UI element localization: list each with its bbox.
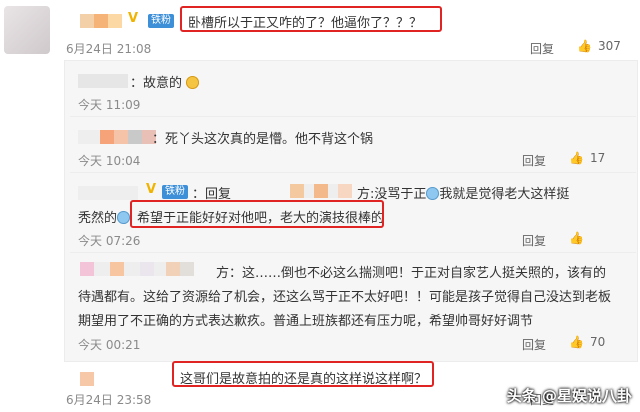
highlight-box (172, 361, 434, 387)
like-count: 70 (589, 335, 606, 349)
reply-timestamp: 今天 10:04 (78, 154, 141, 168)
reply-text: 秃然的 (78, 207, 131, 226)
reply-text: 期望用了不正确的方式表达歉疚。普通上班族都还有压力呢，希望帅哥好好调节 (78, 314, 534, 329)
username-mosaic[interactable] (80, 262, 194, 276)
like-button[interactable]: 👍 307 (577, 39, 621, 53)
emoji-icon (186, 76, 200, 89)
reply-timestamp: 今天 11:09 (78, 98, 141, 112)
username-mosaic[interactable] (80, 372, 94, 386)
reply-button[interactable]: 回复 (522, 232, 546, 249)
emoji-icon (426, 187, 440, 200)
fan-badge: 铁粉 (162, 185, 188, 199)
like-count: 307 (597, 39, 621, 53)
thumbs-up-icon: 👍 (569, 335, 584, 349)
thumbs-up-icon: 👍 (577, 39, 592, 53)
reply-text: 方：这……倒也不必这么揣测吧！于正对自家艺人挺关照的，该有的 (216, 266, 607, 281)
user-avatar[interactable] (4, 6, 50, 54)
username-mosaic[interactable] (78, 186, 138, 200)
reply-button[interactable]: 回复 (530, 40, 554, 57)
reply-text: 方:没骂于正 我就是觉得老大这样挺 (357, 187, 570, 202)
reply-button[interactable]: 回复 (522, 152, 546, 169)
username-mosaic[interactable] (78, 74, 128, 88)
comment-timestamp: 6月24日 23:58 (66, 393, 152, 407)
like-count: 17 (589, 151, 606, 165)
watermark: 头条 @星娱说八卦 (506, 387, 632, 405)
vip-icon: V (128, 11, 139, 26)
like-button[interactable]: 👍 70 (569, 335, 605, 349)
reply-text: 待遇都有。这给了资源给了机会，还这么骂于正不太好吧！！可能是孩子觉得自己没达到老… (78, 290, 612, 305)
reply-text: ：死丫头这次真的是懵。他不背这个锅 (152, 132, 374, 147)
reply-text: ：故意的 (130, 72, 200, 91)
thumbs-up-icon: 👍 (569, 231, 584, 245)
highlight-box (130, 200, 384, 228)
vip-icon: V (146, 182, 157, 197)
fan-badge: 铁粉 (148, 14, 174, 28)
reply-timestamp: 今天 00:21 (78, 338, 141, 352)
mention-mosaic[interactable] (290, 184, 352, 198)
username-mosaic[interactable] (78, 130, 156, 144)
like-button[interactable]: 👍 (569, 231, 590, 245)
divider (70, 252, 636, 253)
username-mosaic[interactable] (80, 14, 122, 28)
divider (70, 116, 636, 117)
emoji-icon (117, 211, 131, 224)
highlight-box (180, 6, 442, 32)
reply-timestamp: 今天 07:26 (78, 234, 141, 248)
comment-timestamp: 6月24日 21:08 (66, 42, 152, 56)
like-button[interactable]: 👍 17 (569, 151, 605, 165)
divider (70, 172, 636, 173)
reply-button[interactable]: 回复 (522, 336, 546, 353)
thumbs-up-icon: 👍 (569, 151, 584, 165)
